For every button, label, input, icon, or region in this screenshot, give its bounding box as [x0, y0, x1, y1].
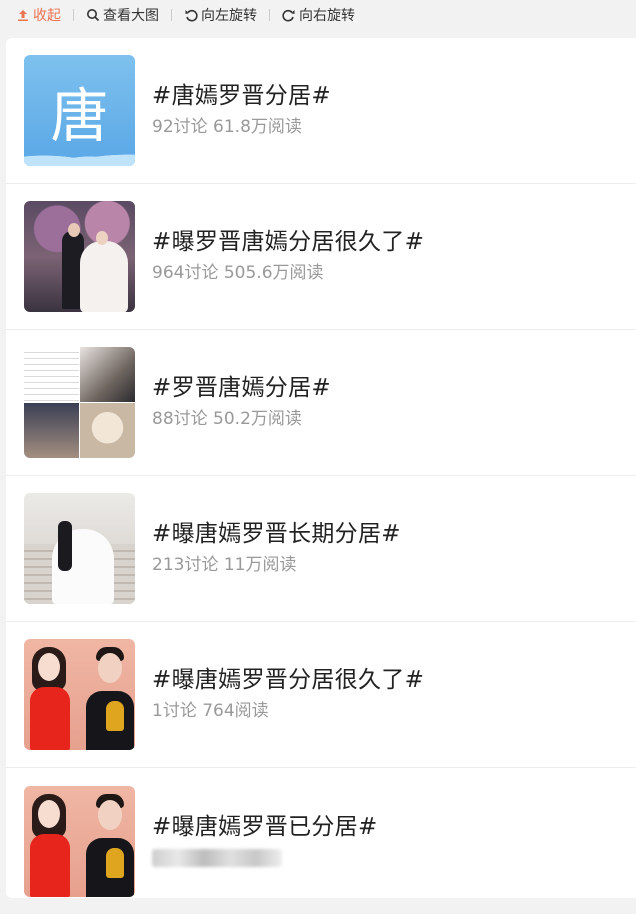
- topic-stats: 964讨论 505.6万阅读: [152, 263, 324, 283]
- topic-info: #唐嫣罗晋分居# 92讨论 61.8万阅读: [152, 80, 331, 141]
- topic-title[interactable]: #罗晋唐嫣分居#: [152, 372, 331, 404]
- topic-item[interactable]: #曝唐嫣罗晋分居很久了# 1讨论 764阅读: [6, 622, 636, 768]
- rotate-right-icon: [282, 9, 295, 22]
- topic-stats: 1讨论 764阅读: [152, 701, 269, 721]
- topic-stats: 213讨论 11万阅读: [152, 555, 297, 575]
- topic-item[interactable]: #罗晋唐嫣分居# 88讨论 50.2万阅读: [6, 330, 636, 476]
- topic-stats: 92讨论 61.8万阅读: [152, 117, 302, 137]
- topic-item[interactable]: #曝唐嫣罗晋已分居#: [6, 768, 636, 914]
- topic-thumbnail: [24, 639, 135, 750]
- search-icon: [87, 9, 100, 22]
- topic-thumbnail: [24, 347, 135, 458]
- toolbar-divider: [73, 9, 74, 21]
- rotate-left-icon: [185, 9, 198, 22]
- topic-info: #曝罗晋唐嫣分居很久了# 964讨论 505.6万阅读: [152, 226, 424, 287]
- view-large-label: 查看大图: [103, 8, 159, 24]
- topic-title[interactable]: #曝罗晋唐嫣分居很久了#: [152, 226, 424, 258]
- topic-item[interactable]: #曝唐嫣罗晋长期分居# 213讨论 11万阅读: [6, 476, 636, 622]
- topic-title[interactable]: #曝唐嫣罗晋分居很久了#: [152, 664, 424, 696]
- topic-thumbnail: [24, 201, 135, 312]
- collapse-button[interactable]: 收起: [16, 5, 61, 25]
- topic-thumbnail: [24, 785, 135, 897]
- topic-stats-blurred: [152, 844, 378, 872]
- image-toolbar: 收起 查看大图 向左旋转 向右旋转: [0, 0, 636, 30]
- topic-title[interactable]: #曝唐嫣罗晋已分居#: [152, 811, 378, 843]
- rotate-right-label: 向右旋转: [299, 8, 355, 24]
- topic-thumbnail: [24, 493, 135, 604]
- topic-info: #曝唐嫣罗晋分居很久了# 1讨论 764阅读: [152, 664, 424, 725]
- topic-title[interactable]: #唐嫣罗晋分居#: [152, 80, 331, 112]
- topic-title[interactable]: #曝唐嫣罗晋长期分居#: [152, 518, 401, 550]
- topic-list: 唐 #唐嫣罗晋分居# 92讨论 61.8万阅读 #曝罗晋唐嫣分居很久了# 964…: [6, 38, 636, 898]
- collapse-label: 收起: [33, 8, 61, 24]
- topic-item[interactable]: 唐 #唐嫣罗晋分居# 92讨论 61.8万阅读: [6, 38, 636, 184]
- rotate-right-button[interactable]: 向右旋转: [282, 5, 355, 25]
- rotate-left-button[interactable]: 向左旋转: [184, 5, 257, 25]
- topic-info: #罗晋唐嫣分居# 88讨论 50.2万阅读: [152, 372, 331, 433]
- thumbnail-letter: 唐: [50, 81, 109, 150]
- topic-stats: 88讨论 50.2万阅读: [152, 409, 302, 429]
- cloud-decoration: [24, 144, 135, 166]
- view-large-button[interactable]: 查看大图: [86, 5, 159, 25]
- rotate-left-label: 向左旋转: [201, 8, 257, 24]
- topic-info: #曝唐嫣罗晋长期分居# 213讨论 11万阅读: [152, 518, 401, 579]
- toolbar-divider: [269, 9, 270, 21]
- upload-arrow-icon: [18, 10, 28, 21]
- topic-info: #曝唐嫣罗晋已分居#: [152, 811, 378, 872]
- toolbar-divider: [171, 9, 172, 21]
- topic-item[interactable]: #曝罗晋唐嫣分居很久了# 964讨论 505.6万阅读: [6, 184, 636, 330]
- topic-thumbnail: 唐: [24, 55, 135, 166]
